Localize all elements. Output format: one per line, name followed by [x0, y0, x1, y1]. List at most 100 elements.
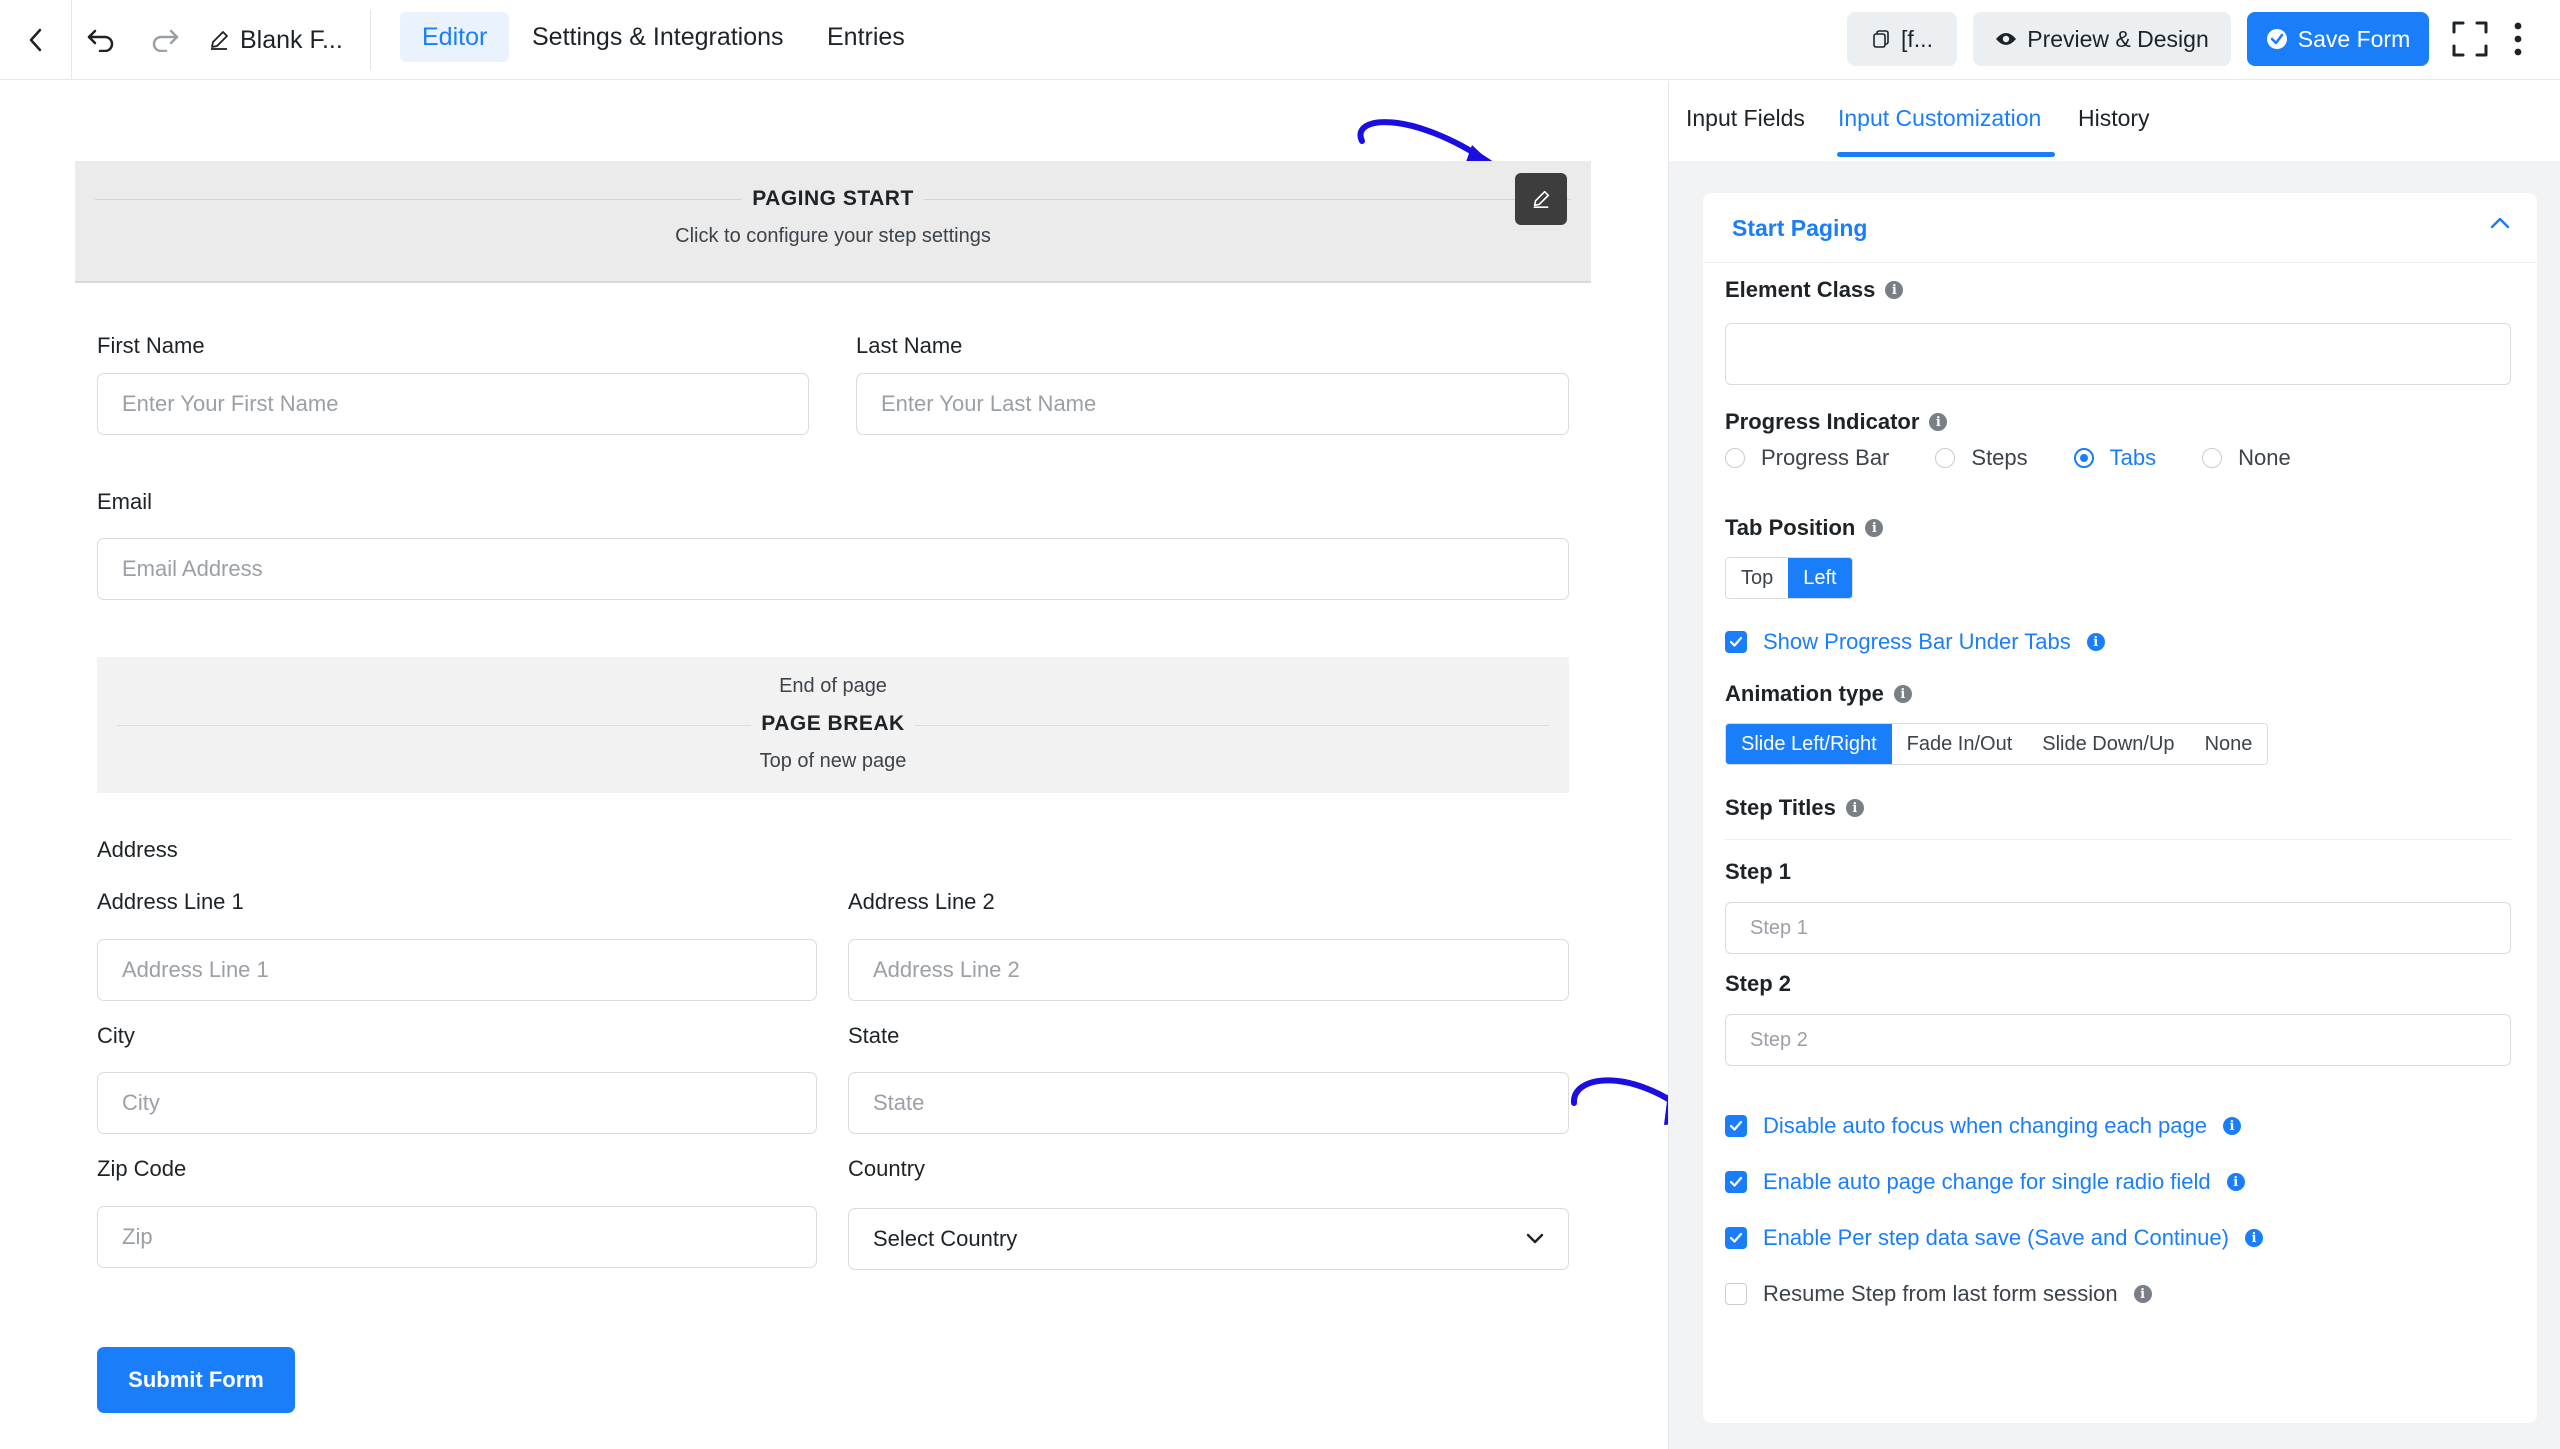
divider: [370, 10, 371, 70]
chevron-up-icon: [2490, 217, 2510, 229]
disable-auto-focus-option[interactable]: Disable auto focus when changing each pa…: [1725, 1113, 2241, 1139]
active-tab-indicator: [1837, 152, 2055, 157]
state-input[interactable]: State: [848, 1072, 1569, 1134]
page-break-block[interactable]: End of page PAGE BREAK Top of new page: [97, 657, 1569, 793]
address-line2-input[interactable]: Address Line 2: [848, 939, 1569, 1001]
submit-form-button[interactable]: Submit Form: [97, 1347, 295, 1413]
show-progress-bar-label: Show Progress Bar Under Tabs: [1763, 629, 2071, 654]
section-title: Start Paging: [1732, 215, 1868, 241]
country-select[interactable]: Select Country: [848, 1208, 1569, 1270]
step-2-input[interactable]: Step 2: [1725, 1014, 2511, 1066]
form-title[interactable]: Blank F...: [208, 0, 343, 80]
step-1-input[interactable]: Step 1: [1725, 902, 2511, 954]
tab-position-top[interactable]: Top: [1726, 558, 1789, 598]
radio-progress-bar[interactable]: Progress Bar: [1725, 445, 1889, 471]
last-name-input[interactable]: Enter Your Last Name: [856, 373, 1569, 435]
shortcode-button[interactable]: [f...: [1847, 12, 1957, 66]
info-icon[interactable]: i: [2223, 1117, 2241, 1135]
panel-tabs: Input Fields Input Customization History: [1669, 81, 2560, 161]
check-circle-icon: [2266, 29, 2287, 49]
back-button[interactable]: [0, 0, 72, 80]
progress-indicator-label-text: Progress Indicator: [1725, 409, 1920, 434]
tab-position-left[interactable]: Left: [1788, 558, 1852, 598]
radio-circle: [1935, 448, 1956, 468]
edit-paging-button[interactable]: [1515, 173, 1567, 225]
resume-step-label: Resume Step from last form session: [1763, 1281, 2118, 1306]
pencil-icon: [211, 31, 228, 50]
info-icon[interactable]: i: [1845, 799, 1864, 817]
animation-slide-down-up[interactable]: Slide Down/Up: [2027, 724, 2190, 764]
first-name-input[interactable]: Enter Your First Name: [97, 373, 809, 435]
fullscreen-button[interactable]: [2445, 14, 2495, 64]
info-icon[interactable]: i: [1865, 519, 1884, 537]
undo-icon: [87, 29, 114, 52]
progress-indicator-options: Progress Bar Steps Tabs None: [1725, 445, 2337, 471]
checkbox-checked[interactable]: [1725, 1171, 1747, 1193]
more-options-button[interactable]: [2503, 14, 2533, 64]
animation-slide-left-right[interactable]: Slide Left/Right: [1726, 724, 1892, 764]
animation-none[interactable]: None: [2189, 724, 2268, 764]
resume-step-option[interactable]: Resume Step from last form session i: [1725, 1281, 2152, 1307]
radio-none[interactable]: None: [2202, 445, 2291, 471]
start-paging-header[interactable]: Start Paging: [1703, 193, 2537, 263]
per-step-save-label: Enable Per step data save (Save and Cont…: [1763, 1225, 2229, 1250]
info-icon[interactable]: i: [2086, 633, 2105, 651]
step-titles-label-text: Step Titles: [1725, 795, 1836, 820]
page-break-end-label: End of page: [779, 675, 887, 697]
settings-panel: Input Fields Input Customization History…: [1668, 81, 2560, 1449]
zip-input[interactable]: Zip: [97, 1206, 817, 1268]
radio-circle: [1725, 448, 1745, 468]
animation-fade-in-out[interactable]: Fade In/Out: [1891, 724, 2028, 764]
checkbox-checked[interactable]: [1725, 1227, 1747, 1249]
show-progress-bar-option[interactable]: Show Progress Bar Under Tabs i: [1725, 629, 2105, 655]
city-label: City: [97, 1023, 135, 1048]
step-2-label: Step 2: [1725, 971, 1792, 996]
eye-icon: [1996, 33, 2017, 45]
radio-circle-selected: [2073, 448, 2094, 468]
radio-label: None: [2238, 445, 2291, 470]
save-form-button[interactable]: Save Form: [2247, 12, 2429, 66]
tab-input-fields[interactable]: Input Fields: [1686, 105, 1805, 132]
tab-input-customization[interactable]: Input Customization: [1838, 105, 2041, 132]
checkbox-checked[interactable]: [1725, 1115, 1747, 1137]
last-name-label: Last Name: [856, 333, 963, 358]
auto-page-change-option[interactable]: Enable auto page change for single radio…: [1725, 1169, 2245, 1195]
tab-position-label: Tab Position i: [1725, 515, 1884, 541]
radio-tabs[interactable]: Tabs: [2073, 445, 2156, 471]
info-icon[interactable]: i: [1929, 413, 1948, 431]
tab-entries[interactable]: Entries: [805, 12, 927, 62]
country-label: Country: [848, 1156, 926, 1181]
undo-button[interactable]: [78, 0, 124, 80]
element-class-input[interactable]: [1725, 323, 2511, 385]
info-icon[interactable]: i: [2133, 1285, 2152, 1303]
tab-settings-integrations[interactable]: Settings & Integrations: [510, 12, 806, 62]
checkbox-unchecked[interactable]: [1725, 1283, 1747, 1305]
state-label: State: [848, 1023, 900, 1048]
preview-design-button[interactable]: Preview & Design: [1973, 12, 2231, 66]
info-icon[interactable]: i: [1893, 685, 1912, 703]
animation-type-group: Slide Left/Right Fade In/Out Slide Down/…: [1725, 723, 2269, 765]
city-input[interactable]: City: [97, 1072, 817, 1134]
info-icon[interactable]: i: [1885, 281, 1904, 299]
chevron-down-icon: [1526, 1233, 1544, 1244]
form-title-text: Blank F...: [240, 25, 343, 54]
first-name-label: First Name: [97, 333, 205, 358]
tab-position-group: Top Left: [1725, 557, 1853, 599]
top-bar: Blank F... Editor Settings & Integration…: [0, 0, 2560, 80]
address-line1-input[interactable]: Address Line 1: [97, 939, 817, 1001]
checkbox-checked[interactable]: [1725, 631, 1747, 653]
paging-start-title: PAGING START: [742, 187, 924, 210]
tab-history[interactable]: History: [2078, 105, 2150, 132]
email-input[interactable]: Email Address: [97, 538, 1569, 600]
address-label: Address: [97, 837, 178, 862]
paging-start-block[interactable]: PAGING START Click to configure your ste…: [75, 161, 1591, 283]
info-icon[interactable]: i: [2226, 1173, 2245, 1191]
form-canvas: PAGING START Click to configure your ste…: [0, 81, 1704, 1449]
animation-type-label-text: Animation type: [1725, 681, 1884, 706]
radio-steps[interactable]: Steps: [1935, 445, 2028, 471]
tab-editor[interactable]: Editor: [400, 12, 510, 62]
info-icon[interactable]: i: [2244, 1229, 2263, 1247]
per-step-save-option[interactable]: Enable Per step data save (Save and Cont…: [1725, 1225, 2263, 1251]
shortcode-label: [f...: [1901, 25, 1933, 52]
redo-button[interactable]: [142, 0, 188, 80]
